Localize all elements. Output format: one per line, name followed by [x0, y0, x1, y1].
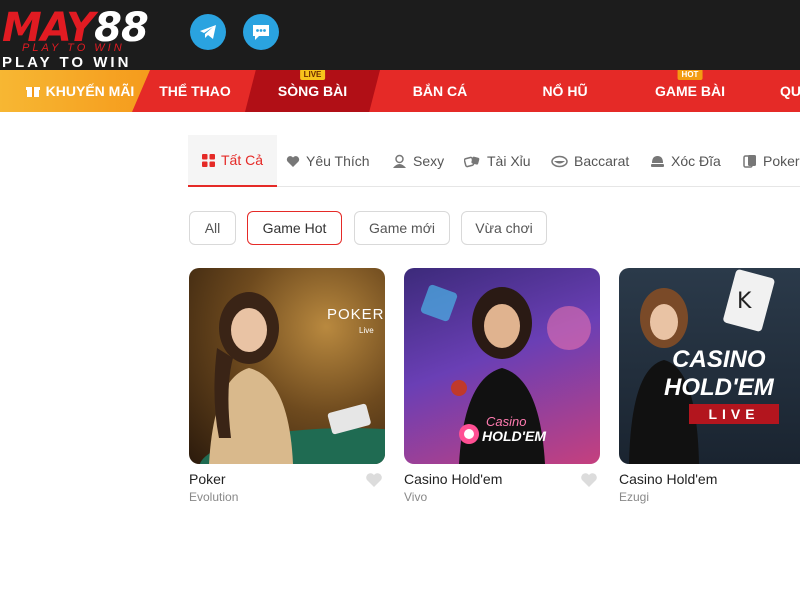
game-card[interactable]: K CASINO HOLD'EM LIVE Casino Hold'em Ezu… — [619, 268, 800, 504]
game-provider: Ezugi — [619, 490, 650, 504]
heart-icon — [286, 155, 300, 167]
tab-baccarat[interactable]: Baccarat — [551, 135, 629, 187]
gift-icon — [25, 87, 40, 97]
game-provider: Vivo — [404, 490, 428, 504]
game-thumbnail[interactable]: POKER Live — [189, 268, 385, 464]
game-thumbnail[interactable]: K CASINO HOLD'EM LIVE — [619, 268, 800, 464]
game-name: Poker — [189, 471, 226, 487]
game-card[interactable]: Casino HOLD'EM Casino Hold'em Vivo — [404, 268, 600, 504]
tab-xocdia[interactable]: Xóc Đĩa — [650, 135, 721, 187]
nav-item-casino[interactable]: LIVE SÒNG BÀI — [245, 70, 380, 112]
tab-favorites[interactable]: Yêu Thích — [286, 135, 370, 187]
tab-all[interactable]: Tất Cả — [188, 135, 278, 187]
game-card[interactable]: POKER Live Poker Evolution — [189, 268, 385, 504]
filter-game-hot[interactable]: Game Hot — [247, 211, 342, 245]
dice-icon — [464, 156, 480, 167]
filter-recently-played[interactable]: Vừa chơi — [461, 211, 547, 245]
telegram-icon[interactable] — [190, 14, 226, 50]
game-name: Casino Hold'em — [619, 471, 718, 487]
tab-sexy[interactable]: Sexy — [392, 135, 444, 187]
game-thumbnail[interactable]: Casino HOLD'EM — [404, 268, 600, 464]
logo-tagline-small: PLAY TO WIN — [22, 42, 125, 54]
nav-item-more[interactable]: QU — [780, 70, 800, 112]
thumb-subtitle: Live — [359, 326, 374, 335]
filter-new-games[interactable]: Game mới — [354, 211, 450, 245]
cards-icon — [551, 155, 568, 167]
poker-icon — [743, 154, 756, 168]
nav-item-slots[interactable]: NỔ HŨ — [520, 70, 610, 112]
thumb-subtitle: LIVE — [689, 404, 779, 424]
tab-taixiu[interactable]: Tài Xỉu — [464, 135, 531, 187]
dealer-illustration — [199, 292, 385, 464]
bowl-icon — [651, 155, 664, 167]
main-nav: KHUYẾN MÃI THỂ THAO LIVE SÒNG BÀI BẮN CÁ… — [0, 70, 800, 112]
grid-icon — [202, 153, 215, 167]
nav-item-card-games[interactable]: HOT GAME BÀI — [640, 70, 740, 112]
hot-badge: HOT — [677, 70, 703, 80]
thumb-subtitle: HOLD'EM — [482, 428, 546, 444]
favorite-heart-icon[interactable] — [580, 472, 598, 488]
filter-all[interactable]: All — [189, 211, 236, 245]
nav-item-promotions[interactable]: KHUYẾN MÃI — [0, 70, 150, 112]
thumb-title: Casino — [486, 414, 527, 429]
top-bar: MAY88 PLAY TO WIN PLAY TO WIN — [0, 0, 800, 71]
nav-item-fishing[interactable]: BẮN CÁ — [395, 70, 485, 112]
game-name: Casino Hold'em — [404, 471, 503, 487]
category-tabs: Tất Cả Yêu Thích Sexy Tài Xỉu Baccarat X… — [188, 135, 800, 187]
thumb-title: CASINO HOLD'EM — [664, 346, 774, 401]
game-provider: Evolution — [189, 490, 239, 504]
favorite-heart-icon[interactable] — [365, 472, 383, 488]
chip-icon — [459, 424, 479, 444]
tab-poker[interactable]: Poker — [742, 135, 800, 187]
thumb-title: POKER — [327, 306, 385, 323]
nav-item-sports[interactable]: THỂ THAO — [150, 70, 240, 112]
chat-icon[interactable] — [243, 14, 279, 50]
dealer-icon — [393, 154, 406, 168]
logo-tagline: PLAY TO WIN — [2, 54, 132, 71]
live-badge: LIVE — [299, 70, 326, 80]
svg-text:K: K — [737, 289, 752, 314]
